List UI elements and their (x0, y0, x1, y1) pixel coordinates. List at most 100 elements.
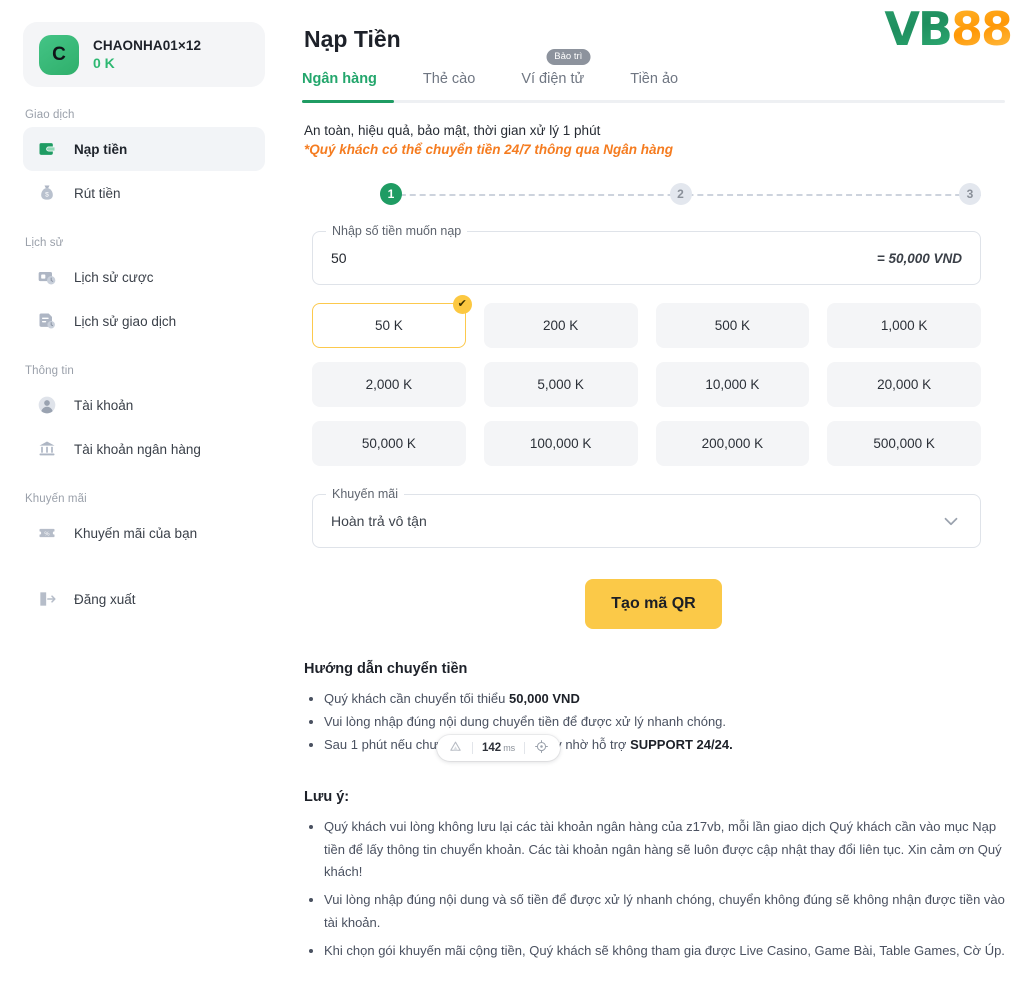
sidebar-item-bank-account[interactable]: Tài khoản ngân hàng (23, 427, 265, 471)
step-2: 2 (669, 183, 692, 205)
amount-option-label: 20,000 K (877, 377, 932, 392)
tab-e-wallet[interactable]: Bảo trì Ví điện tử (521, 49, 608, 100)
wallet-icon (36, 138, 58, 160)
notes-list: Quý khách vui lòng không lưu lại các tài… (324, 816, 1005, 962)
list-item: Khi chọn gói khuyến mãi cộng tiền, Quý k… (324, 940, 1005, 962)
tabs-divider (302, 100, 1005, 103)
amount-option-label: 2,000 K (365, 377, 413, 392)
sidebar-item-your-promotions[interactable]: % Khuyến mãi của bạn (23, 511, 265, 555)
logo-text-88: 88 (950, 2, 1013, 56)
tab-scratch-card[interactable]: Thẻ cào (423, 67, 499, 100)
account-balance: 0 K (93, 55, 115, 72)
sidebar-item-label: Lịch sử cược (74, 269, 154, 285)
generate-qr-button[interactable]: Tạo mã QR (585, 579, 722, 629)
svg-text:$: $ (45, 191, 49, 198)
tab-label: Ngân hàng (302, 71, 377, 87)
nextjs-triangle-icon[interactable] (448, 739, 463, 757)
amount-option-label: 50,000 K (361, 436, 416, 451)
quick-amount-grid: 50 K ✔ 200 K 500 K 1,000 K 2,000 K 5,000… (312, 295, 981, 466)
tab-crypto[interactable]: Tiền ảo (630, 67, 702, 100)
sidebar-item-withdraw[interactable]: $ Rút tiền (23, 171, 265, 215)
guide-text: Quý khách cần chuyển tối thiểu (324, 691, 510, 706)
sidebar-item-account[interactable]: Tài khoản (23, 383, 265, 427)
guide-text: Vui lòng nhập đúng nội dung chuyển tiền … (324, 714, 727, 730)
amount-option-500k[interactable]: 500 K (655, 303, 810, 348)
promotion-select-label: Khuyến mãi (326, 487, 405, 501)
list-item: Sau 1 phút nếu chưa nhận được tiền hãy n… (324, 734, 1005, 755)
avatar: C (39, 34, 79, 75)
nav-group-title-promotions: Khuyến mãi (25, 493, 87, 505)
logout-icon (36, 588, 58, 610)
amount-option-5000k[interactable]: 5,000 K (483, 362, 638, 407)
amount-option-500000k[interactable]: 500,000 K (827, 421, 981, 466)
transaction-history-icon (36, 310, 58, 332)
sidebar-item-label: Rút tiền (74, 185, 121, 201)
amount-option-200k[interactable]: 200 K (483, 303, 638, 348)
amount-option-2000k[interactable]: 2,000 K (312, 362, 466, 407)
amount-option-100000k[interactable]: 100,000 K (483, 421, 638, 466)
sidebar-item-bet-history[interactable]: Lịch sử cược (23, 255, 265, 299)
list-item: Vui lòng nhập đúng nội dung chuyển tiền … (324, 711, 1005, 732)
money-bag-icon: $ (36, 182, 58, 204)
devtools-overlay[interactable]: 142 ms (437, 735, 561, 761)
nav-group-title-transactions: Giao dịch (25, 109, 75, 121)
bet-history-icon (36, 266, 58, 288)
tab-label: Thẻ cào (422, 71, 476, 87)
crosshair-icon[interactable] (534, 739, 549, 757)
sidebar-item-label: Tài khoản ngân hàng (74, 441, 201, 457)
deposit-method-tabs: Ngân hàng Thẻ cào Bảo trì Ví điện tử Tiề… (302, 49, 1005, 100)
sidebar-item-transaction-history[interactable]: Lịch sử giao dịch (23, 299, 265, 343)
account-username: CHAONHA01×12 (93, 37, 202, 53)
list-item: Quý khách vui lòng không lưu lại các tài… (324, 816, 1005, 883)
status-badge-maintenance: Bảo trì (546, 49, 591, 65)
amount-option-200000k[interactable]: 200,000 K (655, 421, 810, 466)
logo-text-vb: VB (884, 2, 953, 56)
guide-list: Quý khách cần chuyển tối thiểu 50,000 VN… (324, 688, 1005, 755)
tab-label: Ví điện tử (521, 71, 585, 87)
chevron-down-icon[interactable] (940, 510, 962, 532)
sidebar-item-label: Đăng xuất (74, 591, 136, 607)
sidebar-item-label: Tài khoản (74, 397, 134, 413)
notice-primary: An toàn, hiệu quả, bảo mật, thời gian xử… (304, 123, 601, 138)
step-3: 3 (959, 183, 981, 205)
svg-text:%: % (44, 532, 49, 538)
promotion-select[interactable]: Khuyến mãi Hoàn trả vô tận (312, 487, 981, 548)
amount-option-20000k[interactable]: 20,000 K (827, 362, 981, 407)
user-icon (36, 394, 58, 416)
amount-converted-value: = 50,000 VND (876, 250, 962, 266)
step-1: 1 (380, 183, 402, 205)
guide-title: Hướng dẫn chuyển tiền (304, 661, 468, 677)
tab-bank[interactable]: Ngân hàng (302, 67, 401, 100)
list-item: Vui lòng nhập đúng nội dung và số tiền đ… (324, 889, 1005, 934)
notice-secondary: *Quý khách có thể chuyển tiền 24/7 thông… (304, 142, 674, 157)
cta-container: Tạo mã QR (302, 579, 1005, 629)
promotion-selected-value: Hoàn trả vô tận (331, 513, 427, 529)
devtools-timing-value: 142 (482, 742, 502, 754)
amount-option-50000k[interactable]: 50,000 K (312, 421, 466, 466)
account-card[interactable]: C CHAONHA01×12 0 K (23, 22, 265, 87)
amount-option-50k[interactable]: 50 K ✔ (312, 295, 472, 348)
list-item: Quý khách cần chuyển tối thiểu 50,000 VN… (324, 688, 1005, 709)
amount-option-label: 5,000 K (537, 377, 584, 392)
amount-option-label: 500 K (714, 318, 751, 333)
nav-group-title-info: Thông tin (25, 365, 74, 377)
amount-option-1000k[interactable]: 1,000 K (827, 303, 981, 348)
amount-input-wrapper[interactable]: Nhập số tiền muốn nạp 50 = 50,000 VND (312, 224, 981, 285)
amount-option-label: 100,000 K (529, 436, 592, 451)
sidebar-item-deposit[interactable]: Nạp tiền (23, 127, 265, 171)
ticket-icon: % (36, 522, 58, 544)
amount-option-label: 10,000 K (705, 377, 760, 392)
notes-title: Lưu ý: (304, 789, 350, 806)
amount-option-label: 1,000 K (880, 318, 928, 333)
amount-option-10000k[interactable]: 10,000 K (655, 362, 810, 407)
vb88-logo: VB88 (884, 6, 1013, 52)
app-root: C CHAONHA01×12 0 K Giao dịch Nạp tiền $ … (0, 0, 1021, 992)
sidebar-item-logout[interactable]: Đăng xuất (23, 577, 265, 621)
nav-group-title-history: Lịch sử (25, 237, 64, 249)
tab-label: Tiền ảo (630, 71, 679, 87)
amount-input[interactable]: 50 (331, 250, 877, 266)
amount-option-label: 200 K (542, 318, 579, 333)
step-indicator: 1 2 3 (380, 179, 981, 209)
main-content: VB88 Nạp Tiền Ngân hàng Thẻ cào Bảo trì … (288, 0, 1021, 992)
